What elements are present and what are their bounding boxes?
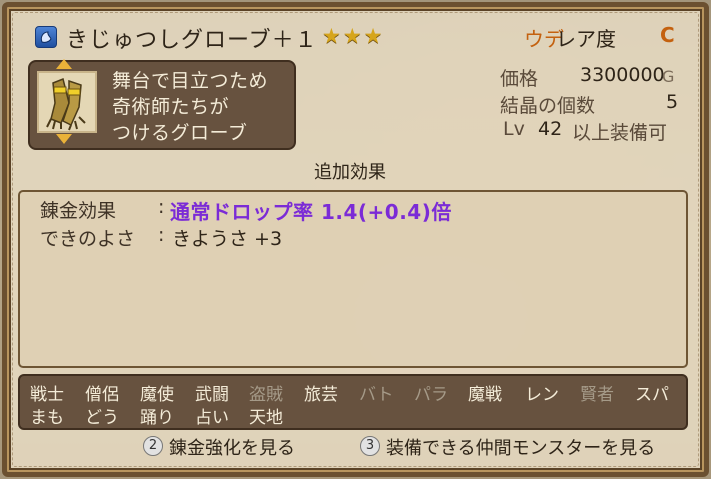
job-row1-9: レン [525, 385, 559, 405]
next-item-arrow-icon[interactable] [56, 134, 72, 144]
alchemy-effect-label: 錬金効果 [40, 200, 117, 222]
button-3-icon[interactable]: 3 [360, 436, 380, 456]
alchemy-effect-colon: : [158, 196, 165, 218]
view-alchemy-link[interactable]: 錬金強化を見る [169, 434, 295, 460]
item-stars: ★★★ [322, 24, 385, 48]
crystals-value: 5 [666, 91, 679, 113]
level-value: 42 [538, 118, 563, 140]
price-unit: G [662, 67, 675, 86]
previous-item-arrow-icon[interactable] [56, 59, 72, 69]
level-label: Lv [503, 118, 525, 140]
quality-value: きようさ +3 [172, 228, 283, 250]
rarity-label: レア度 [556, 27, 616, 51]
job-row1-7: パラ [414, 385, 448, 405]
gauntlet-icon [37, 71, 97, 133]
item-name: きじゅつしグローブ＋１ [66, 28, 318, 53]
quality-colon: : [158, 224, 165, 246]
additional-effects-header: 追加効果 [314, 162, 386, 183]
job-row1-4: 盗賊 [249, 385, 283, 405]
alchemy-effect-value: 通常ドロップ率 1.4(+0.4)倍 [170, 200, 452, 224]
description-line-3: つけるグローブ [112, 122, 248, 144]
description-line-2: 奇術師たちが [112, 96, 230, 118]
job-row2-1: どう [85, 408, 119, 428]
level-suffix: 以上装備可 [572, 122, 668, 144]
job-row1-8: 魔戦 [468, 385, 502, 405]
job-row1-3: 武闘 [195, 385, 229, 405]
price-label: 価格 [500, 68, 539, 90]
gauntlet-category-icon [35, 26, 57, 48]
job-row1-5: 旅芸 [304, 385, 338, 405]
quality-label: できのよさ [40, 228, 136, 250]
job-row1-6: バト [359, 385, 394, 405]
rarity-value: C [660, 23, 675, 47]
job-row1-11: スパ [635, 385, 669, 405]
job-row2-0: まも [30, 408, 64, 428]
job-row2-3: 占い [195, 408, 229, 428]
view-monsters-link[interactable]: 装備できる仲間モンスターを見る [386, 434, 655, 460]
job-row1-10: 賢者 [580, 385, 614, 405]
crystals-label: 結晶の個数 [500, 95, 596, 117]
button-2-icon[interactable]: 2 [143, 436, 163, 456]
job-row1-0: 戦士 [30, 385, 64, 405]
job-row1-2: 魔使 [140, 385, 174, 405]
description-line-1: 舞台で目立つため [112, 70, 269, 92]
job-row2-4: 天地 [249, 408, 283, 428]
job-row2-2: 踊り [140, 408, 174, 428]
job-row1-1: 僧侶 [85, 385, 119, 405]
price-value: 3300000 [580, 64, 665, 86]
